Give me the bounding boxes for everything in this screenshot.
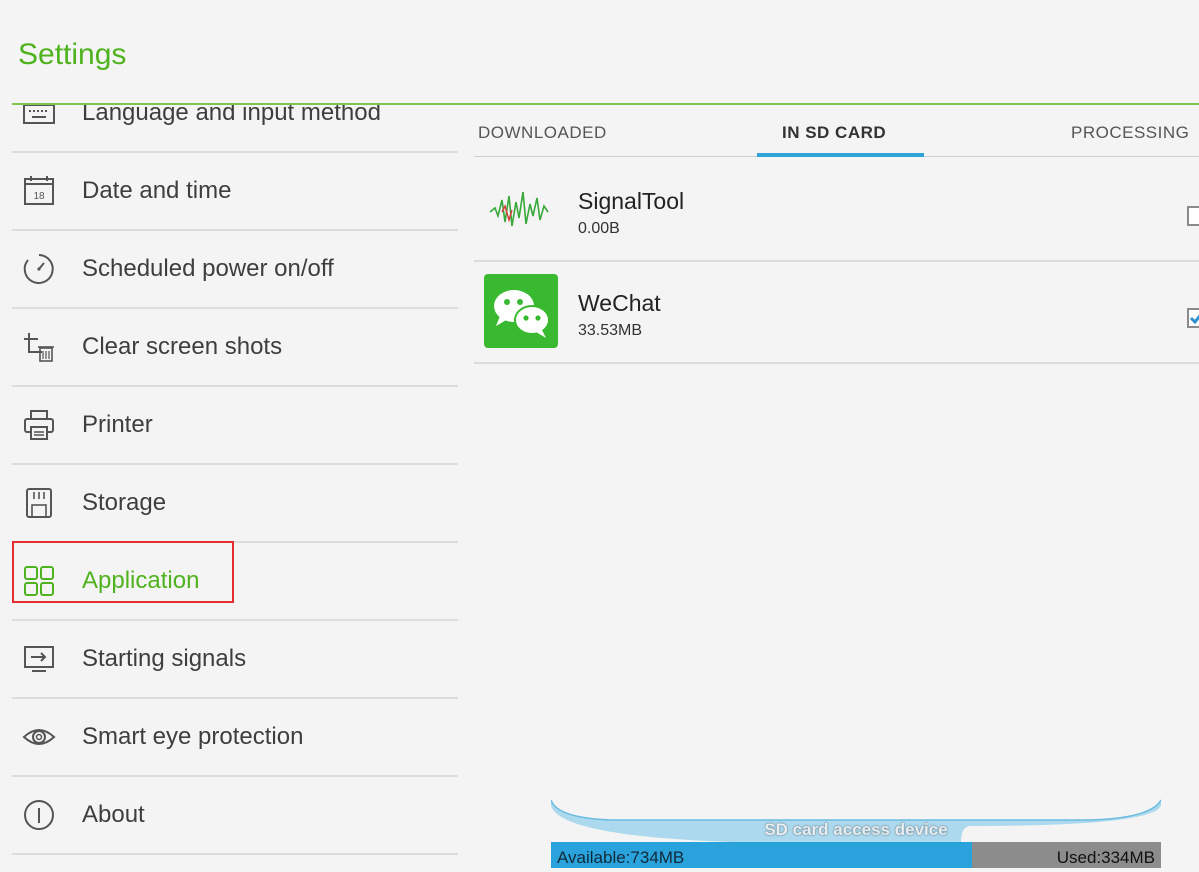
sidebar-item-about[interactable]: About <box>12 777 458 855</box>
storage-label: SD card access device <box>764 820 948 839</box>
sidebar-item-language[interactable]: Language and input method <box>12 105 458 153</box>
sidebar-item-date-time[interactable]: 18 Date and time <box>12 153 458 231</box>
settings-sidebar: Language and input method 18 Date and ti… <box>12 105 458 872</box>
keyboard-icon <box>23 105 55 124</box>
settings-title: Settings <box>18 38 127 71</box>
info-icon <box>24 800 54 830</box>
app-checkbox[interactable] <box>1187 206 1199 226</box>
app-list-item-signaltool[interactable]: SignalTool 0.00B <box>474 160 1199 262</box>
sidebar-item-label: Smart eye protection <box>82 723 304 750</box>
printer-icon <box>24 410 54 440</box>
sidebar-item-label: Clear screen shots <box>82 333 283 360</box>
eye-icon <box>22 729 56 745</box>
signal-waveform-icon <box>489 191 549 227</box>
crop-trash-icon <box>24 333 54 362</box>
sidebar-item-label: Date and time <box>82 177 232 204</box>
grid-icon <box>24 566 54 596</box>
tab-downloaded[interactable]: DOWNLOADED <box>478 123 607 143</box>
sidebar-item-label: Application <box>82 567 200 594</box>
sidebar-item-label: Scheduled power on/off <box>82 255 334 282</box>
app-size: 0.00B <box>578 220 620 237</box>
sd-card-icon <box>26 488 52 518</box>
app-name: SignalTool <box>578 188 685 214</box>
storage-usage-panel: SD card access device Available:734MB Us… <box>551 796 1161 872</box>
app-checkbox[interactable] <box>1187 308 1199 328</box>
calendar-day-number: 18 <box>33 191 45 202</box>
sidebar-item-clear-screenshots[interactable]: Clear screen shots <box>12 309 458 387</box>
sidebar-item-scheduled-power[interactable]: Scheduled power on/off <box>12 231 458 309</box>
sidebar-item-label: Language and input method <box>82 105 381 126</box>
sidebar-item-eye-protection[interactable]: Smart eye protection <box>12 699 458 777</box>
sidebar-item-label: Storage <box>82 489 167 516</box>
active-tab-indicator <box>757 153 924 157</box>
app-list-item-wechat[interactable]: WeChat 33.53MB <box>474 262 1199 364</box>
input-signal-icon <box>24 646 54 672</box>
app-tabs: DOWNLOADED IN SD CARD PROCESSING <box>474 105 1199 155</box>
timer-icon <box>23 254 54 284</box>
app-name: WeChat <box>578 290 661 316</box>
checkmark-icon <box>1189 314 1199 325</box>
sidebar-item-label: Starting signals <box>82 645 247 672</box>
sidebar-item-starting-signals[interactable]: Starting signals <box>12 621 458 699</box>
sidebar-item-printer[interactable]: Printer <box>12 387 458 465</box>
wechat-icon <box>484 274 558 348</box>
storage-used-bar: Used:334MB <box>972 842 1161 868</box>
tab-in-sd-card[interactable]: IN SD CARD <box>782 123 886 143</box>
app-size: 33.53MB <box>578 322 643 339</box>
storage-available-bar: Available:734MB <box>551 842 972 868</box>
sidebar-item-label: Printer <box>82 411 153 438</box>
calendar-icon: 18 <box>24 176 54 205</box>
tab-processing[interactable]: PROCESSING <box>1071 123 1189 143</box>
sidebar-item-label: About <box>82 801 145 828</box>
sidebar-item-storage[interactable]: Storage <box>12 465 458 543</box>
sidebar-item-application[interactable]: Application <box>12 541 458 621</box>
